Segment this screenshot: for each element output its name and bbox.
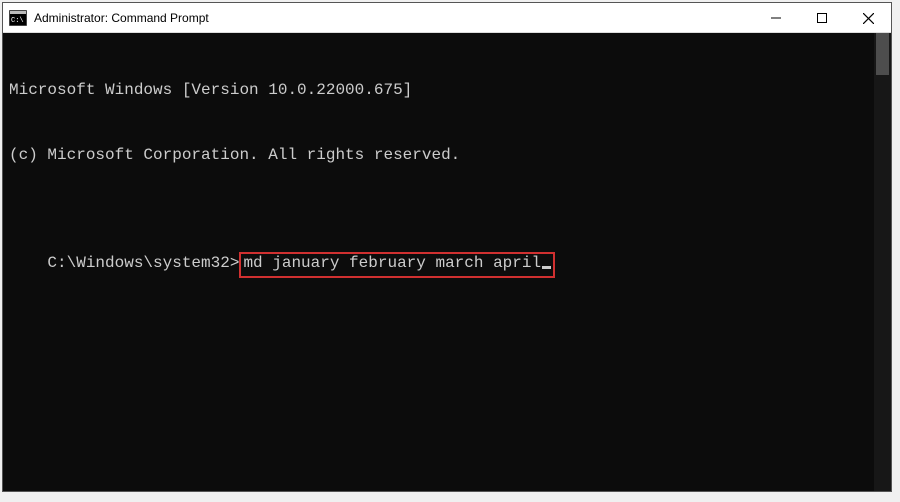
titlebar[interactable]: C:\ Administrator: Command Prompt	[3, 3, 891, 33]
prompt: C:\Windows\system32>	[47, 254, 239, 272]
maximize-button[interactable]	[799, 3, 845, 33]
window-title: Administrator: Command Prompt	[34, 11, 753, 25]
close-button[interactable]	[845, 3, 891, 33]
command-highlight: md january february march april	[239, 252, 555, 277]
minimize-button[interactable]	[753, 3, 799, 33]
scrollbar-thumb[interactable]	[876, 33, 889, 75]
cursor	[542, 266, 551, 269]
version-line: Microsoft Windows [Version 10.0.22000.67…	[9, 80, 885, 102]
terminal-area[interactable]: Microsoft Windows [Version 10.0.22000.67…	[3, 33, 891, 491]
copyright-line: (c) Microsoft Corporation. All rights re…	[9, 145, 885, 167]
svg-text:C:\: C:\	[11, 17, 24, 25]
scrollbar[interactable]	[874, 33, 891, 491]
prompt-line: C:\Windows\system32>md january february …	[47, 254, 555, 272]
command-prompt-window: C:\ Administrator: Command Prompt	[2, 2, 892, 492]
command-text: md january february march april	[243, 254, 541, 272]
blank-line	[9, 210, 885, 231]
cmd-icon: C:\	[9, 10, 27, 26]
window-controls	[753, 3, 891, 32]
